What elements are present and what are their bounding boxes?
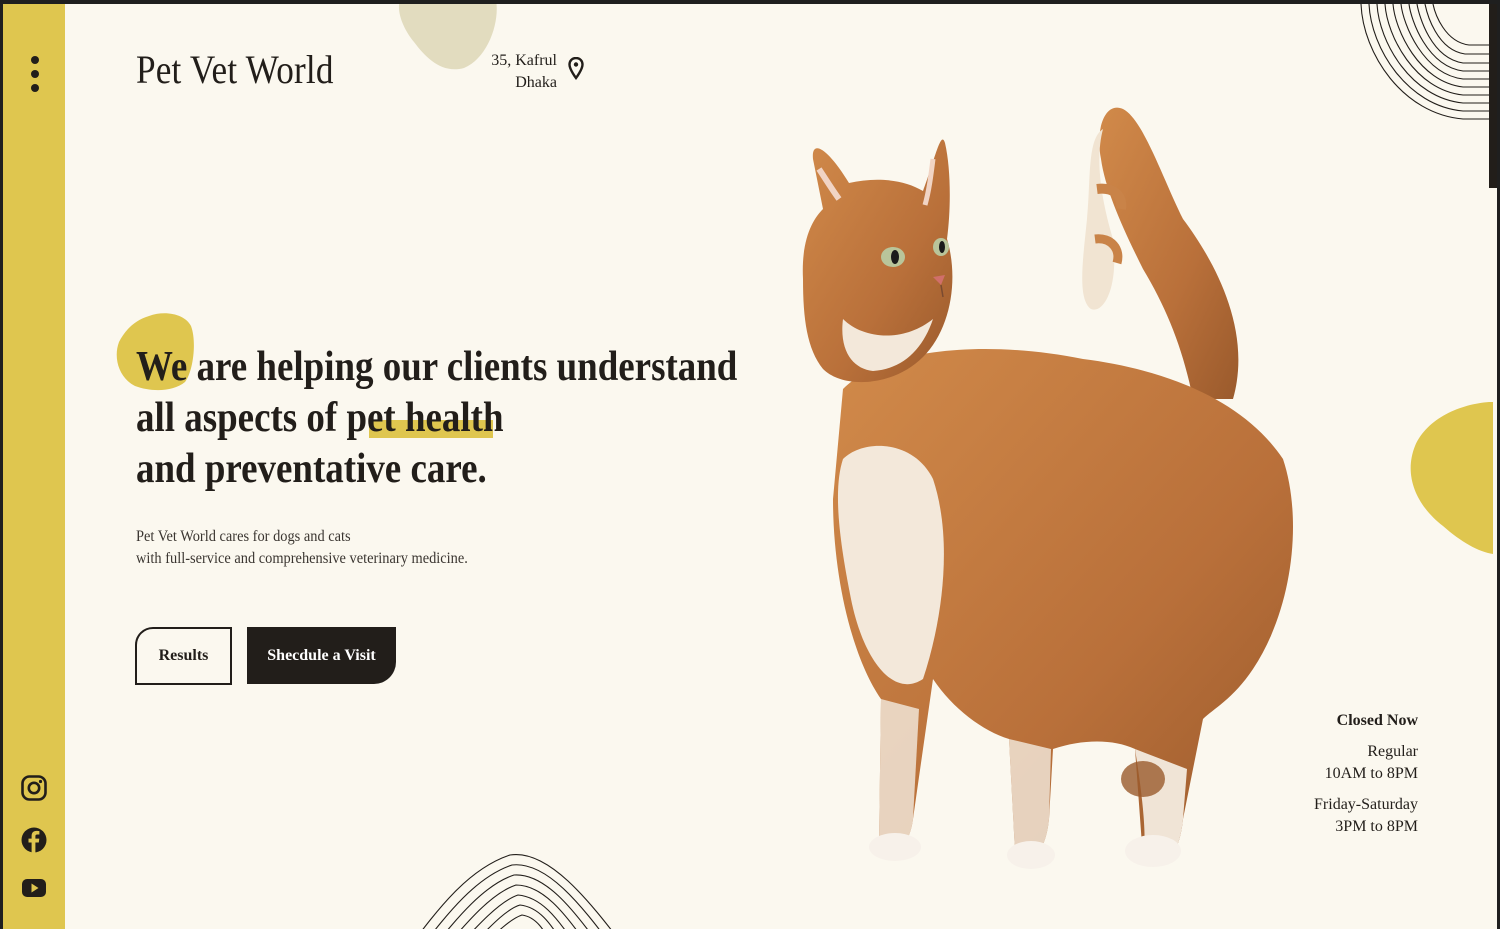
address-line-1: 35, Kafrul [491,52,557,69]
menu-icon[interactable] [25,56,45,94]
hero-headline: We are helping our clients understand al… [136,342,737,495]
instagram-icon[interactable] [20,774,48,802]
map-pin-icon[interactable] [568,57,584,81]
site-logo[interactable]: Pet Vet World [136,46,334,93]
headline-line-2: all aspects of pet health [136,395,504,441]
headline-line-3: and preventative care. [136,446,487,492]
left-sidebar [3,4,65,929]
schedule-visit-button[interactable]: Shecdule a Visit [247,627,396,684]
decorative-rings-bottom [422,854,612,929]
weekend-hours-time: 3PM to 8PM [1335,818,1418,835]
decorative-rings-top-right [1360,4,1497,120]
weekend-hours: Friday-Saturday 3PM to 8PM [1314,794,1418,838]
description-line-1: Pet Vet World cares for dogs and cats [136,528,351,545]
cat-image [802,107,1293,869]
facebook-icon[interactable] [20,826,48,854]
regular-hours-time: 10AM to 8PM [1324,765,1418,782]
youtube-icon[interactable] [20,874,48,902]
address: 35, Kafrul Dhaka [473,50,557,94]
open-status: Closed Now [1336,712,1418,729]
opening-hours: Closed Now Regular 10AM to 8PM Friday-Sa… [1314,710,1418,847]
landing-page: Pet Vet World 35, Kafrul Dhaka We are he… [3,4,1497,929]
address-line-2: Dhaka [515,74,557,91]
decorative-blob-right [1410,402,1493,554]
results-button[interactable]: Results [135,627,232,685]
headline-line-1: We are helping our clients understand [136,344,738,390]
page-scrollbar[interactable] [1489,4,1497,188]
weekend-hours-label: Friday-Saturday [1314,796,1418,813]
regular-hours-label: Regular [1367,743,1418,760]
regular-hours: Regular 10AM to 8PM [1314,741,1418,785]
hero-description: Pet Vet World cares for dogs and cats wi… [136,526,468,570]
description-line-2: with full-service and comprehensive vete… [136,550,468,567]
